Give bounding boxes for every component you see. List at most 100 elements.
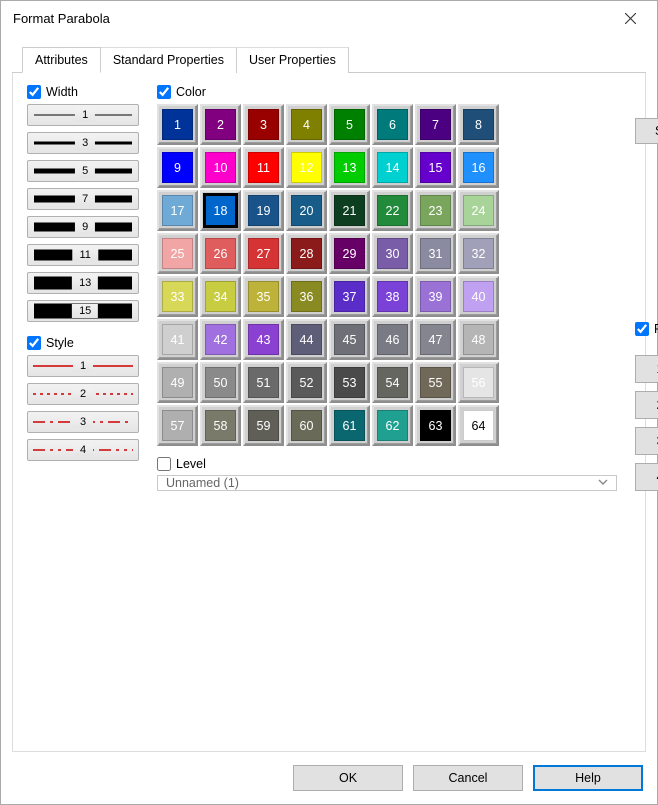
- color-swatch-63[interactable]: 63: [415, 405, 456, 446]
- color-swatch-33[interactable]: 33: [157, 276, 198, 317]
- color-swatch-41[interactable]: 41: [157, 319, 198, 360]
- color-swatch-50[interactable]: 50: [200, 362, 241, 403]
- width-option-3[interactable]: 3: [27, 132, 139, 154]
- color-swatch-30[interactable]: 30: [372, 233, 413, 274]
- color-swatch-35[interactable]: 35: [243, 276, 284, 317]
- color-swatch-15[interactable]: 15: [415, 147, 456, 188]
- level-select[interactable]: Unnamed (1): [157, 475, 617, 491]
- color-swatch-27[interactable]: 27: [243, 233, 284, 274]
- width-option-7[interactable]: 7: [27, 188, 139, 210]
- color-swatch-26[interactable]: 26: [200, 233, 241, 274]
- tab-standard-properties[interactable]: Standard Properties: [101, 47, 237, 73]
- color-swatch-38[interactable]: 38: [372, 276, 413, 317]
- width-option-9[interactable]: 9: [27, 216, 139, 238]
- color-checkbox-row[interactable]: Color: [157, 85, 617, 99]
- width-option-15[interactable]: 15: [27, 300, 139, 322]
- color-checkbox[interactable]: [157, 85, 171, 99]
- color-swatch-49[interactable]: 49: [157, 362, 198, 403]
- width-option-11[interactable]: 11: [27, 244, 139, 266]
- color-swatch-46[interactable]: 46: [372, 319, 413, 360]
- color-swatch-57[interactable]: 57: [157, 405, 198, 446]
- tab-attributes[interactable]: Attributes: [22, 47, 101, 73]
- color-swatch-21[interactable]: 21: [329, 190, 370, 231]
- color-swatch-39[interactable]: 39: [415, 276, 456, 317]
- color-swatch-52[interactable]: 52: [286, 362, 327, 403]
- color-swatch-6[interactable]: 6: [372, 104, 413, 145]
- level-checkbox[interactable]: [157, 457, 171, 471]
- color-swatch-1[interactable]: 1: [157, 104, 198, 145]
- cancel-button[interactable]: Cancel: [413, 765, 523, 791]
- color-swatch-36[interactable]: 36: [286, 276, 327, 317]
- color-swatch-64[interactable]: 64: [458, 405, 499, 446]
- style-checkbox-row[interactable]: Style: [27, 336, 139, 350]
- color-swatch-16[interactable]: 16: [458, 147, 499, 188]
- color-swatch-22[interactable]: 22: [372, 190, 413, 231]
- width-checkbox-row[interactable]: Width: [27, 85, 139, 99]
- style-option-1[interactable]: 1: [27, 355, 139, 377]
- color-swatch-45[interactable]: 45: [329, 319, 370, 360]
- color-swatch-3[interactable]: 3: [243, 104, 284, 145]
- style-option-3[interactable]: 3: [27, 411, 139, 433]
- style-option-2[interactable]: 2: [27, 383, 139, 405]
- color-swatch-34[interactable]: 34: [200, 276, 241, 317]
- width-option-1[interactable]: 1: [27, 104, 139, 126]
- ok-button[interactable]: OK: [293, 765, 403, 791]
- flag-button-3[interactable]: 3: [635, 427, 658, 455]
- color-swatch-24[interactable]: 24: [458, 190, 499, 231]
- width-option-5[interactable]: 5: [27, 160, 139, 182]
- color-swatch-4[interactable]: 4: [286, 104, 327, 145]
- color-swatch-29[interactable]: 29: [329, 233, 370, 274]
- color-swatch-19[interactable]: 19: [243, 190, 284, 231]
- color-swatch-7[interactable]: 7: [415, 104, 456, 145]
- style-checkbox[interactable]: [27, 336, 41, 350]
- color-swatch-2[interactable]: 2: [200, 104, 241, 145]
- color-swatch-43[interactable]: 43: [243, 319, 284, 360]
- style-option-4[interactable]: 4: [27, 439, 139, 461]
- color-swatch-51[interactable]: 51: [243, 362, 284, 403]
- width-option-13[interactable]: 13: [27, 272, 139, 294]
- flag-button-2[interactable]: 2: [635, 391, 658, 419]
- color-swatch-5[interactable]: 5: [329, 104, 370, 145]
- color-swatch-42[interactable]: 42: [200, 319, 241, 360]
- color-swatch-25[interactable]: 25: [157, 233, 198, 274]
- color-swatch-55[interactable]: 55: [415, 362, 456, 403]
- color-swatch-13[interactable]: 13: [329, 147, 370, 188]
- color-swatch-54[interactable]: 54: [372, 362, 413, 403]
- chevron-down-icon: [598, 476, 608, 490]
- level-checkbox-row[interactable]: Level: [157, 457, 206, 471]
- color-swatch-12[interactable]: 12: [286, 147, 327, 188]
- color-swatch-8[interactable]: 8: [458, 104, 499, 145]
- flag-button-1[interactable]: 1: [635, 355, 658, 383]
- color-swatch-56[interactable]: 56: [458, 362, 499, 403]
- flag-button-4[interactable]: 4: [635, 463, 658, 491]
- color-swatch-37[interactable]: 37: [329, 276, 370, 317]
- color-swatch-60[interactable]: 60: [286, 405, 327, 446]
- color-swatch-62[interactable]: 62: [372, 405, 413, 446]
- color-swatch-23[interactable]: 23: [415, 190, 456, 231]
- color-swatch-44[interactable]: 44: [286, 319, 327, 360]
- color-swatch-9[interactable]: 9: [157, 147, 198, 188]
- color-swatch-31[interactable]: 31: [415, 233, 456, 274]
- color-swatch-61[interactable]: 61: [329, 405, 370, 446]
- color-swatch-10[interactable]: 10: [200, 147, 241, 188]
- color-swatch-32[interactable]: 32: [458, 233, 499, 274]
- color-swatch-17[interactable]: 17: [157, 190, 198, 231]
- color-swatch-11[interactable]: 11: [243, 147, 284, 188]
- close-button[interactable]: [607, 4, 653, 34]
- color-swatch-59[interactable]: 59: [243, 405, 284, 446]
- color-swatch-20[interactable]: 20: [286, 190, 327, 231]
- color-swatch-53[interactable]: 53: [329, 362, 370, 403]
- color-swatch-47[interactable]: 47: [415, 319, 456, 360]
- tab-user-properties[interactable]: User Properties: [237, 47, 349, 73]
- color-swatch-48[interactable]: 48: [458, 319, 499, 360]
- color-swatch-14[interactable]: 14: [372, 147, 413, 188]
- color-swatch-18[interactable]: 18: [200, 190, 241, 231]
- flag-checkbox-row[interactable]: Flag: [635, 322, 658, 336]
- color-swatch-58[interactable]: 58: [200, 405, 241, 446]
- flag-checkbox[interactable]: [635, 322, 649, 336]
- help-button[interactable]: Help: [533, 765, 643, 791]
- color-swatch-28[interactable]: 28: [286, 233, 327, 274]
- width-checkbox[interactable]: [27, 85, 41, 99]
- set-from-ent-button[interactable]: Set from ent: [635, 118, 658, 144]
- color-swatch-40[interactable]: 40: [458, 276, 499, 317]
